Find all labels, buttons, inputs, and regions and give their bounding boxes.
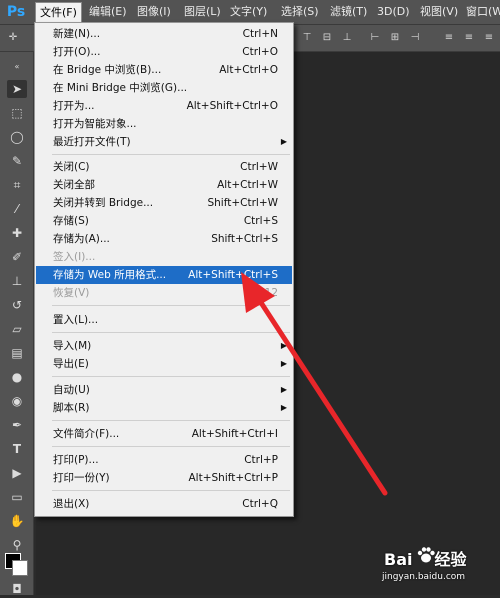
watermark-url: jingyan.baidu.com [382, 572, 466, 582]
baidu-paw-icon [417, 547, 435, 563]
annotation-arrow [241, 272, 388, 496]
baidu-watermark: Bai 经验 jingyan.baidu.com [378, 542, 500, 595]
